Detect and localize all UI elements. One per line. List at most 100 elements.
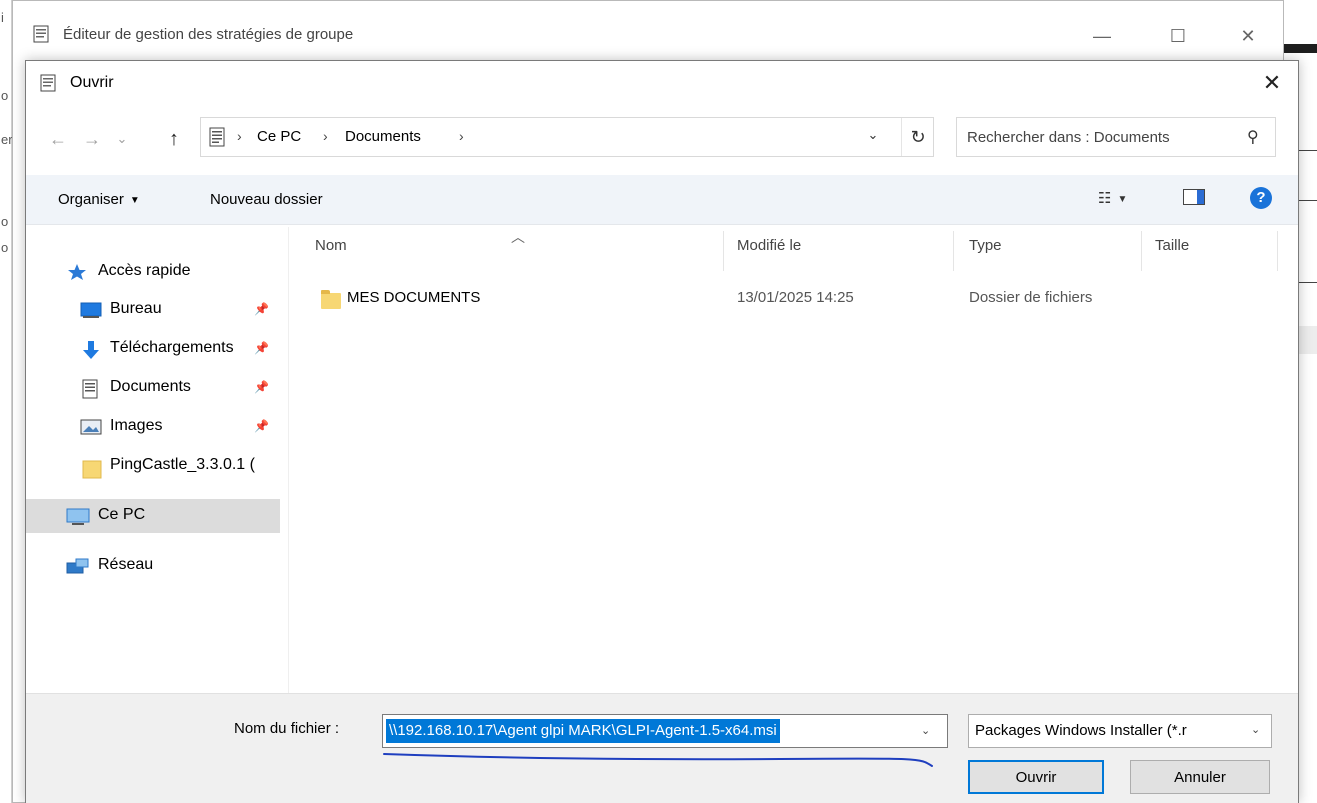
background-divider xyxy=(1298,200,1317,201)
breadcrumb-separator: › xyxy=(323,128,328,144)
document-icon xyxy=(33,25,49,47)
column-divider[interactable] xyxy=(1141,231,1142,271)
preview-pane-icon[interactable] xyxy=(1183,189,1205,205)
dialog-footer: Nom du fichier : \\192.168.10.17\Agent g… xyxy=(26,693,1298,803)
background-text-fragment: o xyxy=(1,240,9,255)
file-name: MES DOCUMENTS xyxy=(347,289,481,306)
background-window-bar xyxy=(1284,44,1317,53)
file-type-value: Packages Windows Installer (*.r xyxy=(975,722,1187,739)
open-button[interactable]: Ouvrir xyxy=(968,760,1104,794)
nav-item-images[interactable]: Images 📌 xyxy=(26,410,280,444)
help-icon[interactable]: ? xyxy=(1250,187,1272,209)
pen-underline-annotation xyxy=(383,753,933,767)
download-icon xyxy=(80,340,102,364)
dialog-title: Ouvrir xyxy=(70,74,114,91)
view-options-button[interactable]: ☷ ▼ xyxy=(1098,189,1127,207)
pin-icon: 📌 xyxy=(254,419,269,433)
desktop-icon xyxy=(80,301,102,323)
filename-combobox[interactable]: \\192.168.10.17\Agent glpi MARK\GLPI-Age… xyxy=(382,714,948,748)
breadcrumb-item[interactable]: Ce PC xyxy=(257,128,301,145)
nav-item-label: Bureau xyxy=(110,300,162,317)
document-icon xyxy=(40,74,56,96)
navigation-pane: Accès rapide Bureau 📌 Téléchargements 📌 … xyxy=(26,227,288,693)
nav-item-label: Accès rapide xyxy=(98,262,191,279)
filename-input[interactable]: \\192.168.10.17\Agent glpi MARK\GLPI-Age… xyxy=(386,719,780,743)
computer-icon xyxy=(66,507,90,531)
folder-icon xyxy=(321,290,341,313)
background-window-edge xyxy=(0,0,12,803)
file-row[interactable]: MES DOCUMENTS 13/01/2025 14:25 Dossier d… xyxy=(289,283,1301,313)
nav-item-label: Téléchargements xyxy=(110,339,234,356)
file-list: ︿ Nom Modifié le Type Taille MES DOCUMEN… xyxy=(288,227,1300,693)
file-type: Dossier de fichiers xyxy=(969,289,1093,306)
background-text-fragment: er xyxy=(1,132,13,147)
gpo-window-title: Éditeur de gestion des stratégies de gro… xyxy=(63,26,354,43)
column-divider[interactable] xyxy=(953,231,954,271)
background-panel xyxy=(1298,326,1317,354)
nav-item-label: Ce PC xyxy=(98,506,146,523)
chevron-down-icon[interactable]: ⌄ xyxy=(921,724,930,737)
search-box: ⚲ xyxy=(956,117,1276,157)
breadcrumb-item[interactable]: Documents xyxy=(345,128,421,145)
maximize-icon[interactable]: ☐ xyxy=(1155,21,1201,51)
new-folder-button[interactable]: Nouveau dossier xyxy=(210,191,323,208)
open-file-dialog: Ouvrir ✕ ← → ⌄ ↑ › Ce PC › Documents › ⌄… xyxy=(25,60,1299,803)
nav-item-ce-pc[interactable]: Ce PC xyxy=(26,499,280,533)
pin-icon: 📌 xyxy=(254,302,269,316)
address-bar[interactable]: › Ce PC › Documents › ⌄ ↻ xyxy=(200,117,934,157)
nav-item-quick-access[interactable]: Accès rapide xyxy=(26,255,280,289)
background-text-fragment: i xyxy=(1,10,4,25)
close-icon[interactable]: ✕ xyxy=(1252,67,1292,99)
nav-item-label: Documents xyxy=(110,378,191,395)
column-header-modified[interactable]: Modifié le xyxy=(729,237,959,271)
minimize-icon[interactable]: — xyxy=(1079,21,1125,51)
nav-item-pingcastle[interactable]: PingCastle_3.3.0.1 ( xyxy=(26,449,280,483)
filename-label: Nom du fichier : xyxy=(234,720,340,737)
forward-arrow-icon[interactable]: → xyxy=(80,127,104,151)
file-modified: 13/01/2025 14:25 xyxy=(737,289,854,306)
folder-icon xyxy=(82,459,102,483)
background-divider xyxy=(1298,150,1317,151)
nav-item-telechargements[interactable]: Téléchargements 📌 xyxy=(26,332,280,366)
file-type-select[interactable]: Packages Windows Installer (*.r ⌄ xyxy=(968,714,1272,748)
chevron-down-icon: ⌄ xyxy=(1251,724,1261,736)
column-divider[interactable] xyxy=(723,231,724,271)
column-header-size[interactable]: Taille xyxy=(1147,237,1277,271)
background-text-fragment: o xyxy=(1,88,9,103)
breadcrumb-separator: › xyxy=(237,128,242,144)
nav-item-reseau[interactable]: Réseau xyxy=(26,549,280,583)
column-divider[interactable] xyxy=(1277,231,1278,271)
nav-item-label: Réseau xyxy=(98,556,154,573)
nav-item-label: PingCastle_3.3.0.1 ( xyxy=(110,456,255,473)
star-icon xyxy=(66,263,88,285)
caret-down-icon: ▼ xyxy=(1117,193,1128,205)
close-icon[interactable]: ✕ xyxy=(1225,21,1271,51)
command-toolbar: Organiser ▼ Nouveau dossier ☷ ▼ ? xyxy=(26,175,1298,225)
background-text-fragment: o xyxy=(1,214,9,229)
breadcrumb-separator: › xyxy=(459,128,464,144)
documents-icon xyxy=(82,379,98,403)
nav-item-label: Images xyxy=(110,417,163,434)
column-header-type[interactable]: Type xyxy=(961,237,1141,271)
nav-item-documents[interactable]: Documents 📌 xyxy=(26,371,280,405)
dialog-titlebar: Ouvrir ✕ xyxy=(26,61,1298,105)
documents-icon xyxy=(209,127,225,151)
recent-locations-chevron-icon[interactable]: ⌄ xyxy=(110,127,134,151)
organize-label: Organiser xyxy=(58,191,124,208)
refresh-icon[interactable]: ↻ xyxy=(901,118,934,156)
network-icon xyxy=(66,557,90,581)
search-icon[interactable]: ⚲ xyxy=(1247,127,1259,147)
images-icon xyxy=(80,418,102,440)
pin-icon: 📌 xyxy=(254,341,269,355)
organize-menu-button[interactable]: Organiser ▼ xyxy=(58,191,140,208)
nav-item-bureau[interactable]: Bureau 📌 xyxy=(26,293,280,327)
up-arrow-icon[interactable]: ↑ xyxy=(162,127,186,151)
view-details-icon: ☷ xyxy=(1098,190,1112,207)
chevron-down-icon[interactable]: ⌄ xyxy=(861,127,885,147)
caret-down-icon: ▼ xyxy=(129,194,140,206)
pin-icon: 📌 xyxy=(254,380,269,394)
search-input[interactable] xyxy=(957,118,1237,156)
column-header-name[interactable]: Nom xyxy=(307,237,727,271)
cancel-button[interactable]: Annuler xyxy=(1130,760,1270,794)
back-arrow-icon[interactable]: ← xyxy=(46,127,70,151)
